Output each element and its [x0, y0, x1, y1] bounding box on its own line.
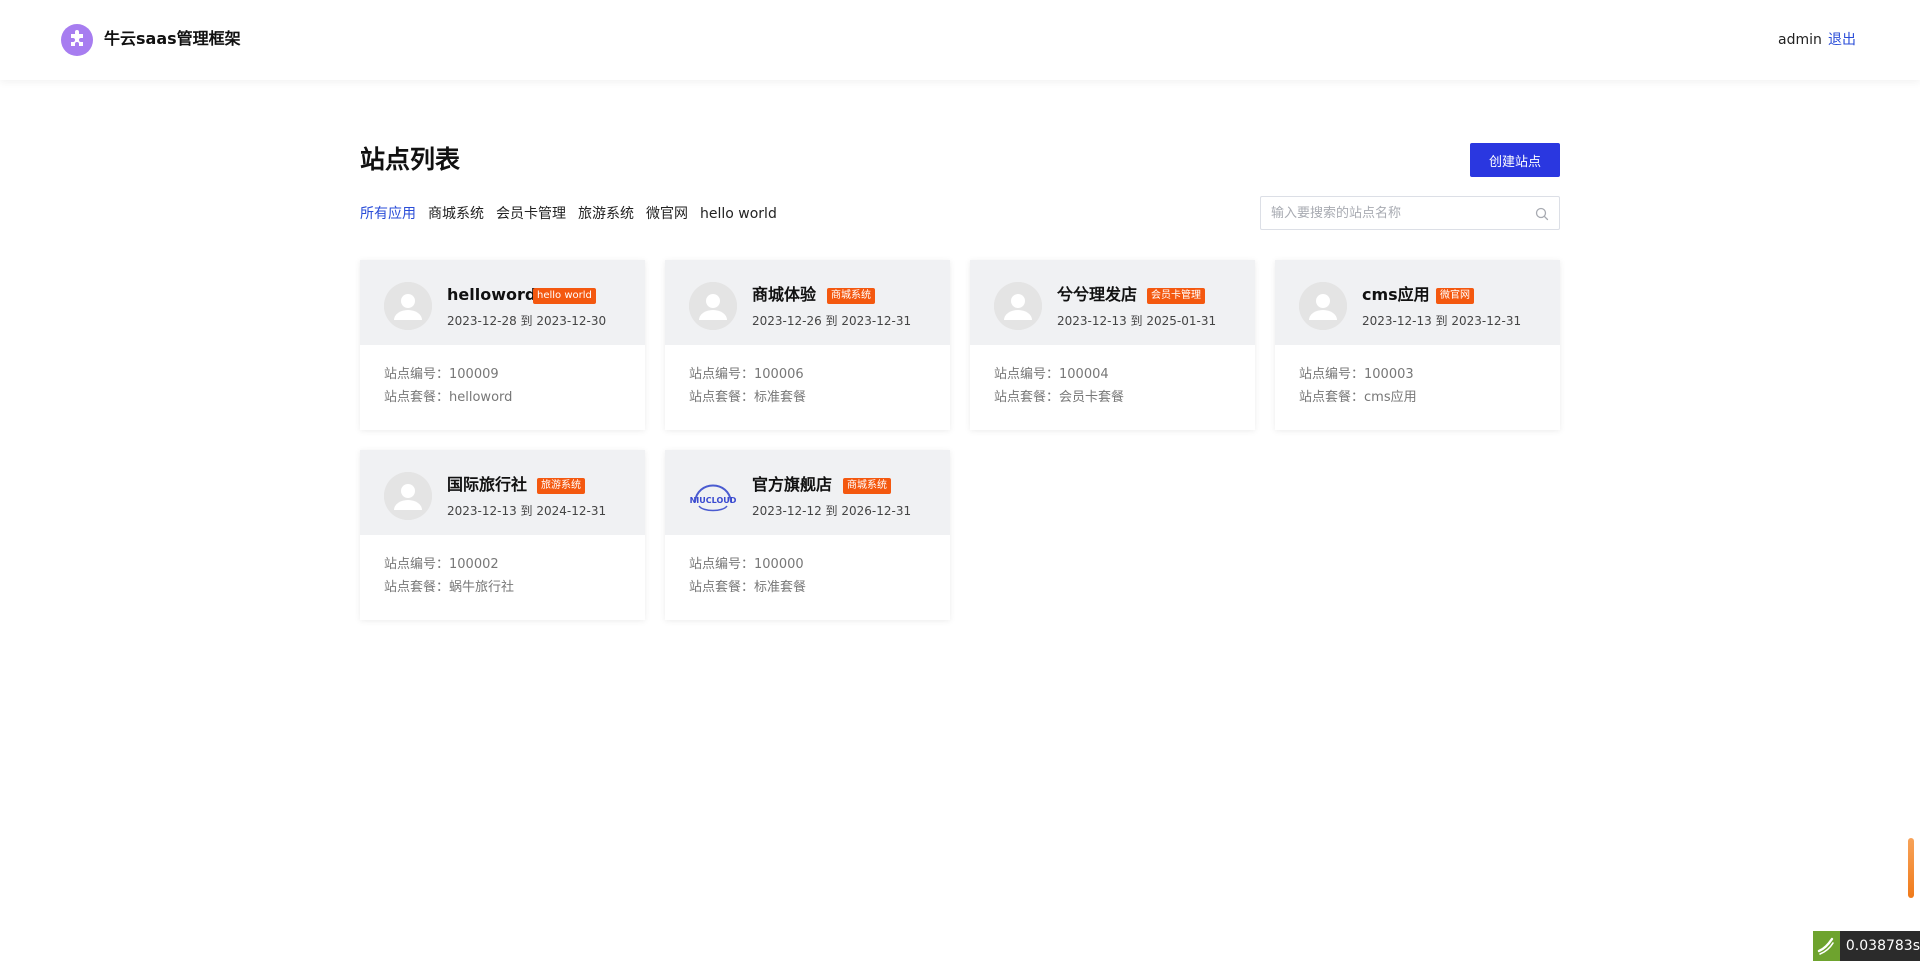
site-card[interactable]: 商城体验 商城系统 2023-12-26 到 2023-12-31 站点编号：1… [665, 260, 950, 430]
current-user: admin [1778, 32, 1822, 48]
filter-all-apps[interactable]: 所有应用 [360, 204, 416, 224]
site-id-line: 站点编号：100009 [384, 366, 499, 384]
site-card-header: 兮兮理发店 会员卡管理 2023-12-13 到 2025-01-31 [970, 260, 1255, 345]
scroll-handle[interactable] [1908, 838, 1914, 898]
app-tag: 会员卡管理 [1147, 288, 1205, 304]
debug-trace-bar[interactable]: 0.038783s [1813, 931, 1920, 961]
app-tag: 商城系统 [827, 288, 875, 304]
site-id: 100009 [449, 367, 499, 382]
site-id-label: 站点编号： [384, 367, 450, 382]
site-package-line: 站点套餐：会员卡套餐 [994, 389, 1124, 407]
filter-member-card[interactable]: 会员卡管理 [496, 204, 566, 224]
filter-hello-world[interactable]: hello world [700, 204, 777, 224]
site-package: cms应用 [1364, 390, 1417, 405]
app-tag: 商城系统 [843, 478, 891, 494]
site-card-header: helloword hello world 2023-12-28 到 2023-… [360, 260, 645, 345]
site-package-line: 站点套餐：标准套餐 [689, 579, 806, 597]
site-package-label: 站点套餐： [994, 390, 1060, 405]
create-site-button[interactable]: 创建站点 [1470, 143, 1560, 177]
site-card-header: 商城体验 商城系统 2023-12-26 到 2023-12-31 [665, 260, 950, 345]
site-package: 会员卡套餐 [1059, 390, 1125, 405]
site-card[interactable]: 兮兮理发店 会员卡管理 2023-12-13 到 2025-01-31 站点编号… [970, 260, 1255, 430]
site-package: 蜗牛旅行社 [449, 580, 515, 595]
site-name: 兮兮理发店 [1057, 285, 1138, 304]
filter-travel-system[interactable]: 旅游系统 [578, 204, 634, 224]
site-validity: 2023-12-12 到 2026-12-31 [752, 504, 912, 518]
site-validity: 2023-12-13 到 2023-12-31 [1362, 314, 1522, 328]
filter-micro-website[interactable]: 微官网 [646, 204, 688, 224]
app-tag: hello world [533, 288, 596, 304]
site-id-label: 站点编号： [689, 557, 755, 572]
site-card[interactable]: 国际旅行社 旅游系统 2023-12-13 到 2024-12-31 站点编号：… [360, 450, 645, 620]
site-package-label: 站点套餐： [384, 580, 450, 595]
site-id: 100002 [449, 557, 499, 572]
search-icon[interactable] [1535, 207, 1549, 221]
site-validity: 2023-12-13 到 2024-12-31 [447, 504, 607, 518]
app-tag: 微官网 [1436, 288, 1474, 304]
default-avatar-icon [384, 472, 432, 520]
site-card-header: NIUCLOUD 官方旗舰店 商城系统 2023-12-12 到 2026-12… [665, 450, 950, 535]
site-package-label: 站点套餐： [384, 390, 450, 405]
site-id: 100000 [754, 557, 804, 572]
site-id-label: 站点编号： [1299, 367, 1365, 382]
niucloud-logo-icon: NIUCLOUD [689, 472, 737, 520]
site-name: 官方旗舰店 [752, 475, 833, 494]
default-avatar-icon [689, 282, 737, 330]
app-tag: 旅游系统 [537, 478, 585, 494]
site-card-header: cms应用 微官网 2023-12-13 到 2023-12-31 [1275, 260, 1560, 345]
logout-link[interactable]: 退出 [1828, 31, 1856, 49]
site-name: helloword [447, 285, 537, 304]
site-id-label: 站点编号： [994, 367, 1060, 382]
filter-mall-system[interactable]: 商城系统 [428, 204, 484, 224]
site-id-label: 站点编号： [384, 557, 450, 572]
site-id-label: 站点编号： [689, 367, 755, 382]
search-input[interactable] [1271, 197, 1526, 229]
site-package-label: 站点套餐： [1299, 390, 1365, 405]
site-name: 国际旅行社 [447, 475, 528, 494]
site-validity: 2023-12-13 到 2025-01-31 [1057, 314, 1217, 328]
site-id-line: 站点编号：100006 [689, 366, 804, 384]
search-box [1260, 196, 1560, 230]
site-name: cms应用 [1362, 285, 1430, 304]
puzzle-logo-icon [61, 24, 93, 56]
app-title: 牛云saas管理框架 [104, 29, 241, 48]
app-filter-tabs: 所有应用 商城系统 会员卡管理 旅游系统 微官网 hello world [360, 204, 777, 224]
site-card[interactable]: cms应用 微官网 2023-12-13 到 2023-12-31 站点编号：1… [1275, 260, 1560, 430]
default-avatar-icon [1299, 282, 1347, 330]
site-card-header: 国际旅行社 旅游系统 2023-12-13 到 2024-12-31 [360, 450, 645, 535]
site-id-line: 站点编号：100004 [994, 366, 1109, 384]
site-package-line: 站点套餐：cms应用 [1299, 389, 1417, 407]
site-id: 100004 [1059, 367, 1109, 382]
site-id-line: 站点编号：100000 [689, 556, 804, 574]
site-package-label: 站点套餐： [689, 580, 755, 595]
top-header: 牛云saas管理框架 admin 退出 [0, 0, 1920, 80]
site-card[interactable]: helloword hello world 2023-12-28 到 2023-… [360, 260, 645, 430]
site-id: 100003 [1364, 367, 1414, 382]
default-avatar-icon [384, 282, 432, 330]
site-id-line: 站点编号：100003 [1299, 366, 1414, 384]
site-package: helloword [449, 390, 513, 405]
thinkphp-trace-icon[interactable] [1813, 931, 1840, 961]
site-package: 标准套餐 [754, 580, 807, 595]
site-id: 100006 [754, 367, 804, 382]
site-id-line: 站点编号：100002 [384, 556, 499, 574]
svg-text:NIUCLOUD: NIUCLOUD [690, 496, 737, 505]
site-package: 标准套餐 [754, 390, 807, 405]
site-validity: 2023-12-26 到 2023-12-31 [752, 314, 912, 328]
site-name: 商城体验 [752, 285, 817, 304]
site-package-label: 站点套餐： [689, 390, 755, 405]
site-validity: 2023-12-28 到 2023-12-30 [447, 314, 607, 328]
runtime-text: 0.038783s [1845, 938, 1920, 954]
site-package-line: 站点套餐：helloword [384, 389, 512, 407]
page-title: 站点列表 [360, 145, 461, 174]
default-avatar-icon [994, 282, 1042, 330]
site-package-line: 站点套餐：标准套餐 [689, 389, 806, 407]
site-package-line: 站点套餐：蜗牛旅行社 [384, 579, 514, 597]
site-card[interactable]: NIUCLOUD 官方旗舰店 商城系统 2023-12-12 到 2026-12… [665, 450, 950, 620]
